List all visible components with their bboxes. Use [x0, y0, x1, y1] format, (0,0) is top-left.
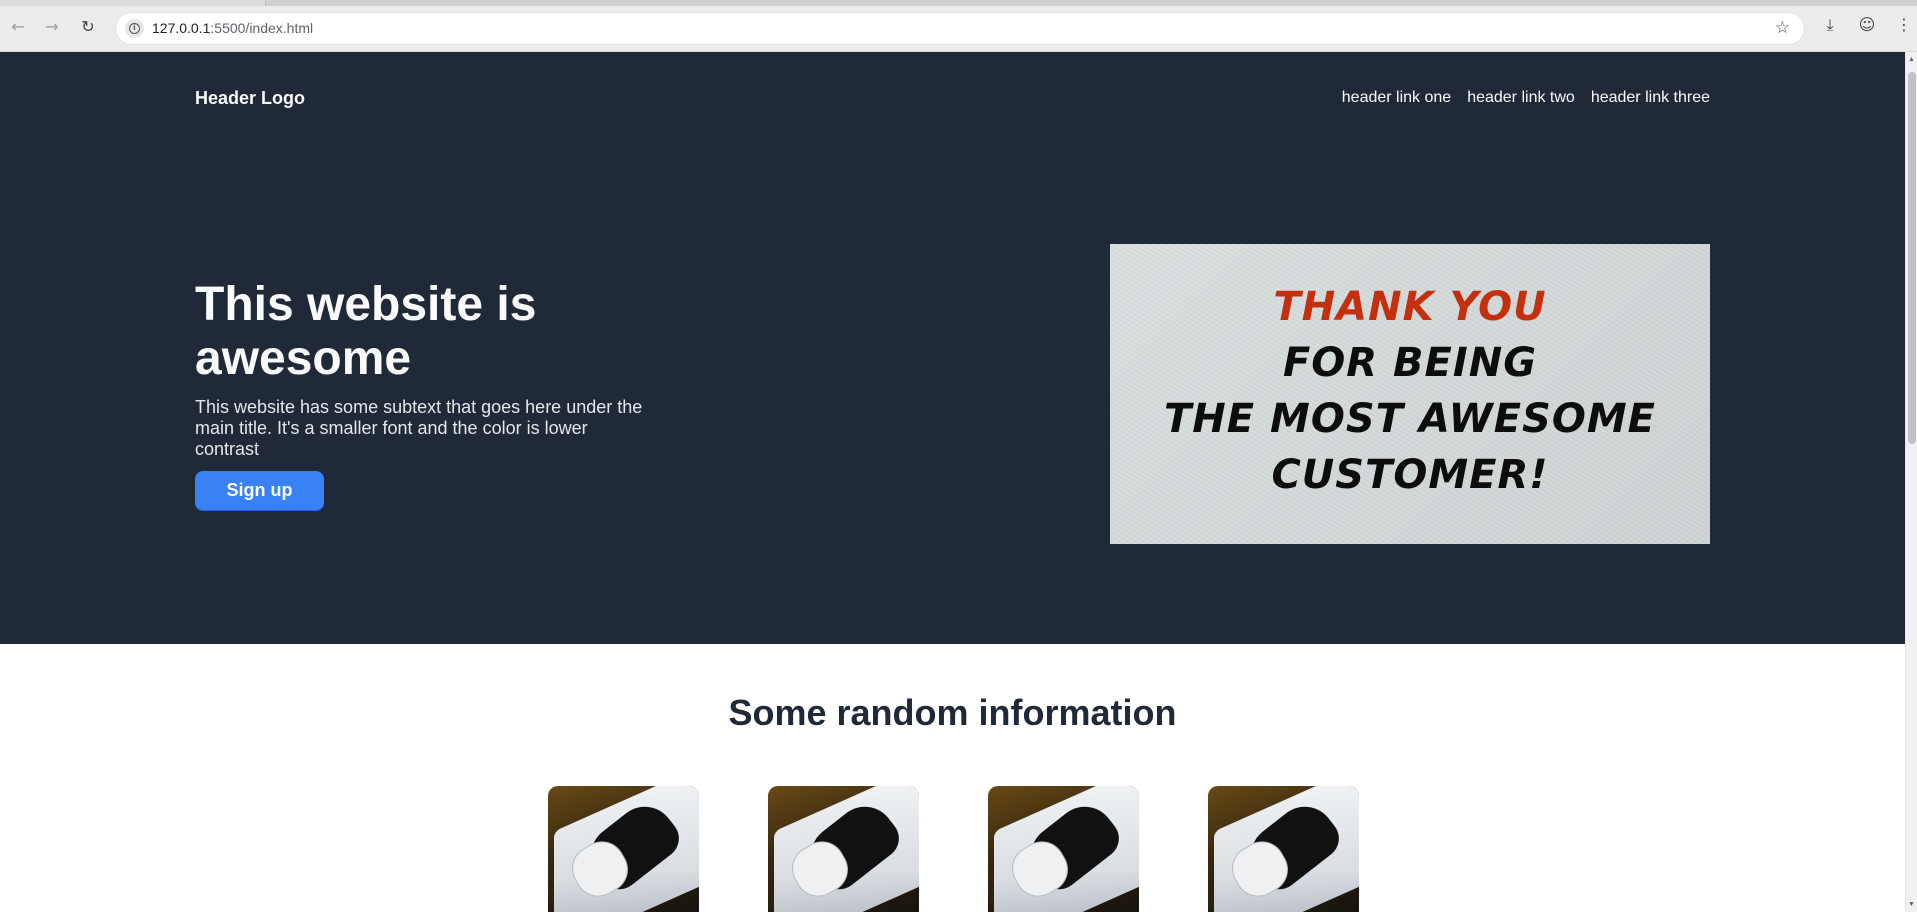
inactive-tab[interactable]: [265, 0, 1917, 6]
browser-toolbar: ← → ↻ i 127.0.0.1:5500/index.html ☆ ⤓ ☺ …: [0, 0, 1917, 52]
hero-section: Header Logo header link one header link …: [0, 52, 1905, 644]
scroll-up-icon[interactable]: ▲: [1908, 56, 1915, 63]
scroll-down-icon[interactable]: ▼: [1908, 901, 1915, 908]
image-text-line: CUSTOMER!: [1271, 452, 1549, 498]
header-nav: header link one header link two header l…: [1342, 89, 1710, 107]
image-text-line: THE MOST AWESOME: [1164, 396, 1656, 442]
url-path: :5500/index.html: [210, 20, 314, 36]
info-card-image: [988, 786, 1139, 912]
profile-icon[interactable]: ☺: [1856, 15, 1878, 37]
back-icon[interactable]: ←: [6, 14, 30, 38]
info-card-image: [1208, 786, 1359, 912]
sign-up-button[interactable]: Sign up: [195, 471, 324, 510]
reload-icon[interactable]: ↻: [76, 14, 100, 38]
hero-subtext: This website has some subtext that goes …: [195, 397, 643, 459]
hero-image: THANK YOU FOR BEING THE MOST AWESOME CUS…: [1110, 244, 1710, 544]
image-text-line: THANK YOU: [1273, 284, 1547, 330]
info-icon[interactable]: i: [125, 19, 144, 38]
address-bar[interactable]: i 127.0.0.1:5500/index.html ☆: [116, 13, 1804, 44]
info-card-image: [548, 786, 699, 912]
forward-icon[interactable]: →: [40, 14, 64, 38]
vertical-scrollbar[interactable]: ▲ ▼: [1905, 52, 1917, 912]
menu-icon[interactable]: ⋮: [1893, 15, 1915, 37]
header-link-one[interactable]: header link one: [1342, 89, 1451, 107]
section-title: Some random information: [728, 692, 1177, 733]
header-link-two[interactable]: header link two: [1467, 89, 1575, 107]
url-text[interactable]: 127.0.0.1:5500/index.html: [152, 20, 313, 36]
download-icon[interactable]: ⤓: [1819, 15, 1841, 37]
hero-title: This website is awesome: [195, 278, 537, 385]
header-logo[interactable]: Header Logo: [195, 88, 305, 109]
tab-strip: [0, 0, 1917, 6]
star-icon[interactable]: ☆: [1775, 18, 1790, 38]
image-text-line: FOR BEING: [1282, 340, 1538, 386]
url-host: 127.0.0.1: [152, 20, 211, 36]
header-link-three[interactable]: header link three: [1591, 89, 1710, 107]
page-viewport: Header Logo header link one header link …: [0, 52, 1917, 912]
scroll-thumb[interactable]: [1908, 72, 1916, 444]
info-card-image: [768, 786, 919, 912]
